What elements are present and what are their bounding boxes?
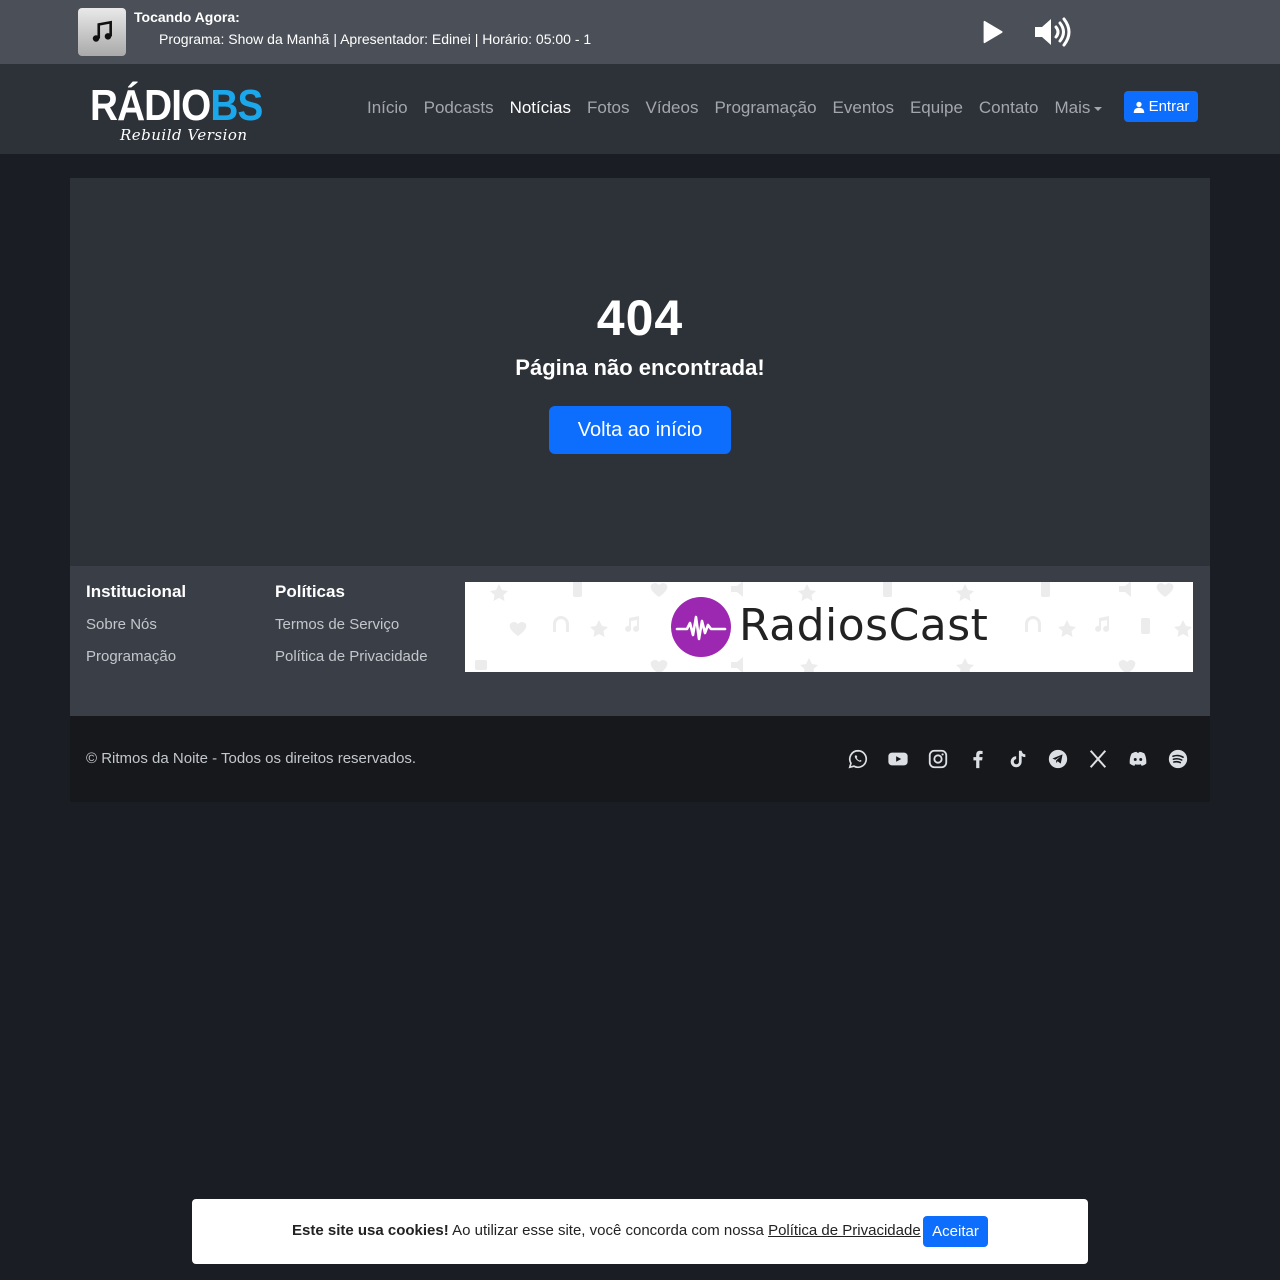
cookie-privacy-link[interactable]: Política de Privacidade: [768, 1222, 921, 1239]
footer-link-programacao[interactable]: Programação: [86, 648, 186, 666]
navbar: RÁDIOBS Rebuild Version Início Podcasts …: [0, 64, 1280, 154]
user-icon: [1133, 101, 1144, 113]
logo-brand-accent: BS: [210, 81, 263, 130]
now-playing-text: Programa: Show da Manhã | Apresentador: …: [159, 31, 592, 47]
nav-link-eventos[interactable]: Eventos: [825, 96, 902, 120]
nav-link-inicio[interactable]: Início: [359, 96, 416, 120]
x-icon: [1089, 750, 1107, 768]
banner-brand-text: RadiosCast: [739, 600, 989, 651]
logo-brand-main: RÁDIO: [90, 81, 211, 130]
album-cover: [78, 8, 126, 56]
social-link-spotify[interactable]: [1166, 747, 1190, 771]
footer-links-section: Institucional Sobre Nós Programação Polí…: [70, 566, 1210, 716]
footer-column-title: Institucional: [86, 582, 187, 601]
footer-column-title: Políticas: [275, 582, 345, 601]
social-links: [846, 747, 1190, 771]
play-icon: [983, 20, 1003, 44]
footer-link-termos[interactable]: Termos de Serviço: [275, 616, 428, 634]
soundwave-icon: [675, 615, 727, 641]
error-card: 404 Página não encontrada! Volta ao iníc…: [70, 178, 1210, 566]
tiktok-icon: [1010, 750, 1026, 768]
footer-column-politicas: Políticas Termos de Serviço Política de …: [275, 582, 428, 680]
cookie-bold-text: Este site usa cookies!: [292, 1222, 449, 1239]
social-link-x[interactable]: [1086, 747, 1110, 771]
logo-tagline: Rebuild Version: [120, 126, 248, 144]
cookie-body-text: Ao utilizar esse site, você concorda com…: [448, 1222, 769, 1239]
social-link-youtube[interactable]: [886, 747, 910, 771]
nav-dropdown-mais[interactable]: Mais: [1046, 96, 1110, 120]
footer-link-privacidade[interactable]: Política de Privacidade: [275, 648, 428, 666]
radioscast-logo-icon: [671, 597, 731, 657]
cookie-accept-button[interactable]: Aceitar: [923, 1216, 988, 1247]
facebook-icon: [973, 750, 983, 769]
back-home-button[interactable]: Volta ao início: [549, 406, 731, 454]
volume-up-icon: [1035, 17, 1071, 47]
caret-down-icon: [1094, 106, 1103, 111]
nav-link-fotos[interactable]: Fotos: [579, 96, 638, 120]
copyright-text: © Ritmos da Noite - Todos os direitos re…: [86, 750, 417, 767]
social-link-discord[interactable]: [1126, 747, 1150, 771]
social-link-facebook[interactable]: [966, 747, 990, 771]
player-bar: Tocando Agora: Programa: Show da Manhã |…: [0, 0, 1280, 64]
error-message: Página não encontrada!: [515, 355, 765, 380]
social-link-tiktok[interactable]: [1006, 747, 1030, 771]
nav-link-podcasts[interactable]: Podcasts: [416, 96, 502, 120]
social-link-telegram[interactable]: [1046, 747, 1070, 771]
nav-link-programacao[interactable]: Programação: [706, 96, 824, 120]
whatsapp-icon: [848, 749, 868, 769]
telegram-icon: [1048, 749, 1068, 769]
cookie-banner: Este site usa cookies! Ao utilizar esse …: [192, 1199, 1088, 1264]
footer-bottom: © Ritmos da Noite - Todos os direitos re…: [70, 716, 1210, 802]
nav-link-videos[interactable]: Vídeos: [638, 96, 707, 120]
youtube-icon: [888, 752, 908, 766]
main-nav: Início Podcasts Notícias Fotos Vídeos Pr…: [359, 96, 1110, 120]
now-playing-label: Tocando Agora:: [134, 9, 240, 25]
social-link-whatsapp[interactable]: [846, 747, 870, 771]
logo-brand: RÁDIOBS: [90, 81, 263, 130]
music-note-icon: [92, 20, 112, 42]
error-code: 404: [596, 290, 684, 346]
footer-link-sobre-nos[interactable]: Sobre Nós: [86, 616, 186, 634]
volume-button[interactable]: [1032, 14, 1072, 50]
cookie-text: Este site usa cookies! Ao utilizar esse …: [292, 1222, 921, 1240]
now-playing-ticker: Programa: Show da Manhã | Apresentador: …: [134, 31, 618, 51]
discord-icon: [1129, 751, 1147, 766]
footer-column-institucional: Institucional Sobre Nós Programação: [86, 582, 186, 680]
nav-link-noticias[interactable]: Notícias: [502, 96, 579, 120]
social-link-instagram[interactable]: [926, 747, 950, 771]
site-logo[interactable]: RÁDIOBS Rebuild Version: [90, 82, 270, 146]
nav-dropdown-mais-label: Mais: [1054, 98, 1091, 117]
login-button-label: Entrar: [1148, 98, 1190, 115]
spotify-icon: [1168, 749, 1188, 769]
nav-link-contato[interactable]: Contato: [971, 96, 1047, 120]
radioscast-banner[interactable]: RadiosCast: [465, 582, 1193, 672]
instagram-icon: [928, 749, 948, 769]
play-button[interactable]: [976, 16, 1008, 48]
login-button[interactable]: Entrar: [1124, 91, 1198, 122]
nav-link-equipe[interactable]: Equipe: [902, 96, 971, 120]
